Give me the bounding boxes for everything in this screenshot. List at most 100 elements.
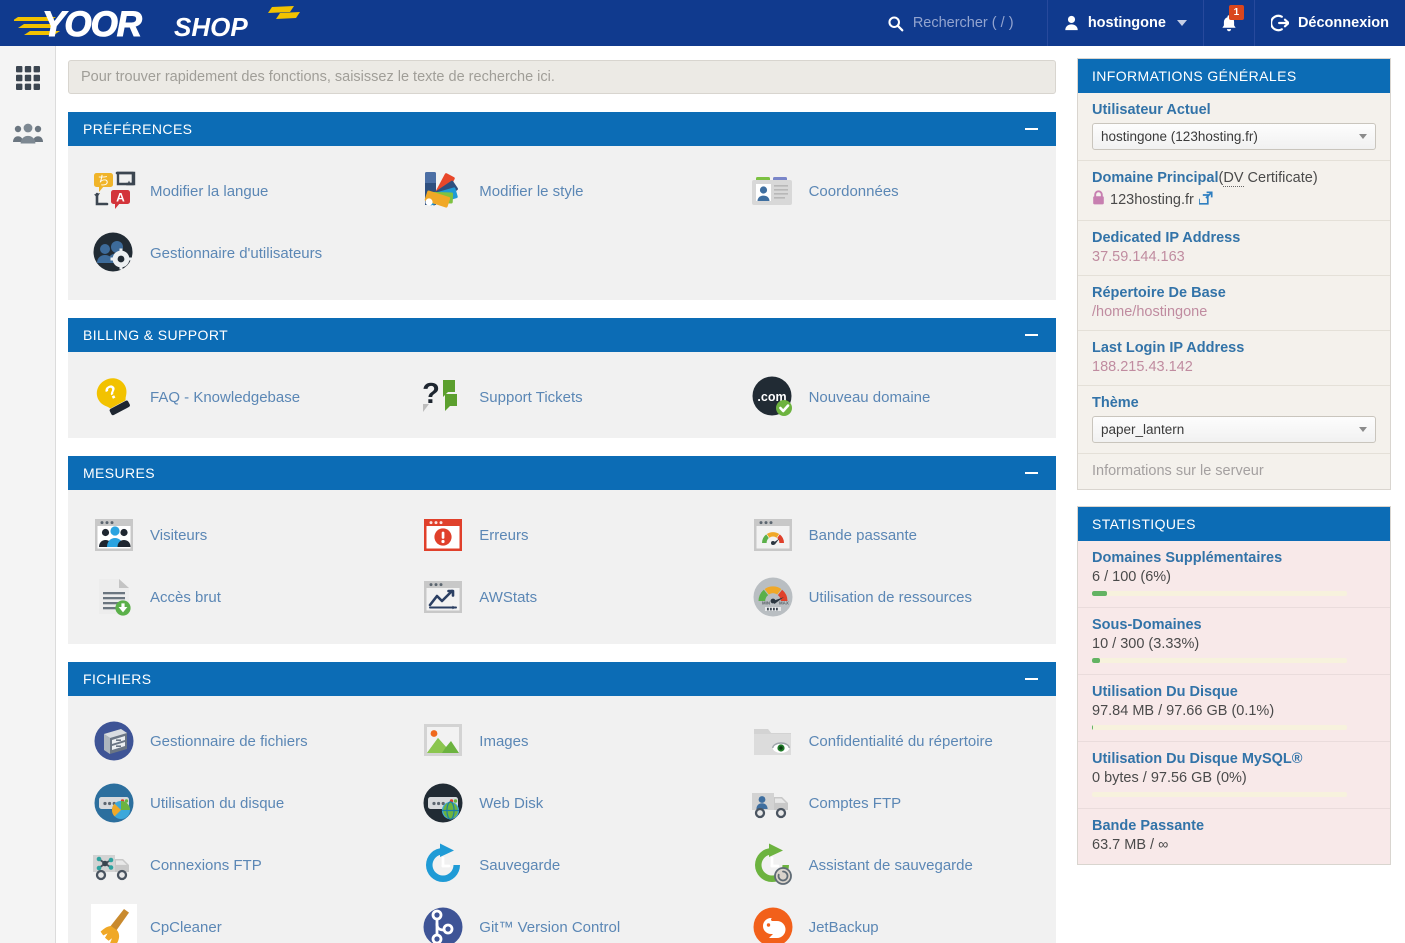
file-manager-icon bbox=[90, 717, 138, 765]
panel-fichiers: FICHIERS Gestionnair bbox=[68, 662, 1056, 943]
contact-card-icon bbox=[749, 167, 797, 215]
theme-select[interactable]: paper_lantern bbox=[1092, 416, 1376, 443]
users-group-icon[interactable] bbox=[10, 116, 46, 152]
item-label: Utilisation du disque bbox=[150, 795, 284, 812]
home-directory-label: Répertoire De Base bbox=[1092, 285, 1376, 301]
stat-row[interactable]: Domaines Supplémentaires 6 / 100 (6%) bbox=[1078, 541, 1390, 608]
last-login-ip-row: Last Login IP Address 188.215.43.142 bbox=[1078, 331, 1390, 386]
logout-icon bbox=[1271, 14, 1289, 32]
bandwidth-gauge-icon bbox=[749, 511, 797, 559]
apps-grid-icon[interactable] bbox=[10, 60, 46, 96]
current-user-select[interactable]: hostingone (123hosting.fr) bbox=[1092, 123, 1376, 150]
top-nav-actions: Rechercher ( / ) hostingone 1 Déconnexio… bbox=[871, 0, 1405, 46]
item-label: Git™ Version Control bbox=[479, 919, 620, 936]
item-utilisation-du-disque[interactable]: Utilisation du disque bbox=[68, 772, 397, 834]
item-coordonnees[interactable]: Coordonnées bbox=[727, 160, 1056, 222]
item-images[interactable]: Images bbox=[397, 710, 726, 772]
visitors-icon bbox=[90, 511, 138, 559]
item-sauvegarde[interactable]: Sauvegarde bbox=[397, 834, 726, 896]
item-utilisation-de-ressources[interactable]: MIN MAX Utilisation de ressources bbox=[727, 566, 1056, 628]
item-erreurs[interactable]: Erreurs bbox=[397, 504, 726, 566]
stat-row[interactable]: Utilisation Du Disque 97.84 MB / 97.66 G… bbox=[1078, 675, 1390, 742]
item-label: Visiteurs bbox=[150, 527, 207, 544]
stat-progress-bar bbox=[1092, 591, 1347, 596]
stat-value: 97.84 MB / 97.66 GB (0.1%) bbox=[1092, 703, 1376, 719]
primary-domain-text: Domaine Principal bbox=[1092, 170, 1219, 186]
item-comptes-ftp[interactable]: Comptes FTP bbox=[727, 772, 1056, 834]
bell-icon: 1 bbox=[1220, 14, 1238, 33]
server-information-row[interactable]: Informations sur le serveur bbox=[1078, 454, 1390, 489]
server-information-link[interactable]: Informations sur le serveur bbox=[1092, 463, 1376, 479]
function-search-input[interactable] bbox=[68, 60, 1056, 94]
item-jetbackup[interactable]: JetBackup bbox=[727, 896, 1056, 943]
stat-label: Utilisation Du Disque bbox=[1092, 684, 1376, 700]
disk-usage-icon bbox=[90, 779, 138, 827]
stat-label: Utilisation Du Disque MySQL® bbox=[1092, 751, 1376, 767]
panel-header: PRÉFÉRENCES bbox=[68, 112, 1056, 146]
stat-row[interactable]: Bande Passante 63.7 MB / ∞ bbox=[1078, 809, 1390, 864]
jetbackup-icon bbox=[749, 903, 797, 943]
item-git-version-control[interactable]: Git™ Version Control bbox=[397, 896, 726, 943]
git-icon bbox=[419, 903, 467, 943]
item-label: Images bbox=[479, 733, 528, 750]
directory-privacy-icon bbox=[749, 717, 797, 765]
item-awstats[interactable]: AWStats bbox=[397, 566, 726, 628]
ftp-accounts-icon bbox=[749, 779, 797, 827]
stat-progress-fill bbox=[1092, 725, 1093, 730]
stat-row[interactable]: Sous-Domaines 10 / 300 (3.33%) bbox=[1078, 608, 1390, 675]
stat-progress-fill bbox=[1092, 591, 1107, 596]
item-web-disk[interactable]: Web Disk bbox=[397, 772, 726, 834]
stat-value: 10 / 300 (3.33%) bbox=[1092, 636, 1376, 652]
logout-button[interactable]: Déconnexion bbox=[1254, 0, 1405, 46]
panel-body: ち A Modifier la langue bbox=[68, 146, 1056, 300]
general-information-title: INFORMATIONS GÉNÉRALES bbox=[1078, 59, 1390, 93]
item-label: Modifier le style bbox=[479, 183, 583, 200]
panel-title: MESURES bbox=[83, 465, 1018, 481]
user-menu-button[interactable]: hostingone bbox=[1047, 0, 1203, 46]
ftp-connections-icon bbox=[90, 841, 138, 889]
item-bande-passante[interactable]: Bande passante bbox=[727, 504, 1056, 566]
primary-domain-value-line[interactable]: 123hosting.fr bbox=[1092, 190, 1376, 210]
item-acces-brut[interactable]: Accès brut bbox=[68, 566, 397, 628]
collapse-icon[interactable] bbox=[1018, 118, 1044, 140]
item-nouveau-domaine[interactable]: .com Nouveau domaine bbox=[727, 366, 1056, 428]
style-palette-icon bbox=[419, 167, 467, 215]
current-user-row: Utilisateur Actuel hostingone (123hostin… bbox=[1078, 93, 1390, 161]
item-assistant-de-sauvegarde[interactable]: Assistant de sauvegarde bbox=[727, 834, 1056, 896]
collapse-icon[interactable] bbox=[1018, 462, 1044, 484]
item-connexions-ftp[interactable]: Connexions FTP bbox=[68, 834, 397, 896]
item-cpcleaner[interactable]: CpCleaner bbox=[68, 896, 397, 943]
item-visiteurs[interactable]: Visiteurs bbox=[68, 504, 397, 566]
svg-text:MAX: MAX bbox=[779, 601, 789, 606]
lightbulb-icon: ? bbox=[90, 373, 138, 421]
svg-text:MIN: MIN bbox=[762, 601, 770, 606]
collapse-icon[interactable] bbox=[1018, 668, 1044, 690]
stat-label: Bande Passante bbox=[1092, 818, 1376, 834]
broom-icon bbox=[90, 903, 138, 943]
item-modifier-le-style[interactable]: Modifier le style bbox=[397, 160, 726, 222]
external-link-icon[interactable] bbox=[1199, 191, 1213, 210]
brand-logo[interactable]: YOOR SHOP bbox=[0, 0, 324, 46]
panel-body: Gestionnaire de fichiers Images bbox=[68, 696, 1056, 943]
main-content: PRÉFÉRENCES ち bbox=[56, 46, 1065, 943]
notifications-button[interactable]: 1 bbox=[1203, 0, 1254, 46]
language-icon: ち A bbox=[90, 167, 138, 215]
collapse-icon[interactable] bbox=[1018, 324, 1044, 346]
lock-icon bbox=[1092, 190, 1105, 210]
chevron-down-icon bbox=[1359, 134, 1367, 139]
stat-row[interactable]: Utilisation Du Disque MySQL® 0 bytes / 9… bbox=[1078, 742, 1390, 809]
item-gestionnaire-d-utilisateurs[interactable]: Gestionnaire d'utilisateurs bbox=[68, 222, 397, 284]
svg-text:ち: ち bbox=[97, 174, 109, 188]
item-confidentialite-du-repertoire[interactable]: Confidentialité du répertoire bbox=[727, 710, 1056, 772]
home-directory-row: Répertoire De Base /home/hostingone bbox=[1078, 276, 1390, 331]
item-gestionnaire-de-fichiers[interactable]: Gestionnaire de fichiers bbox=[68, 710, 397, 772]
stat-progress-bar bbox=[1092, 658, 1347, 663]
panel-header: MESURES bbox=[68, 456, 1056, 490]
last-login-ip-value: 188.215.43.142 bbox=[1092, 359, 1376, 375]
item-faq-knowledgebase[interactable]: ? FAQ - Knowledgebase bbox=[68, 366, 397, 428]
global-search-button[interactable]: Rechercher ( / ) bbox=[871, 0, 1047, 46]
last-login-ip-label: Last Login IP Address bbox=[1092, 340, 1376, 356]
item-modifier-la-langue[interactable]: ち A Modifier la langue bbox=[68, 160, 397, 222]
panel-preferences: PRÉFÉRENCES ち bbox=[68, 112, 1056, 300]
item-support-tickets[interactable]: ? Support Tickets bbox=[397, 366, 726, 428]
